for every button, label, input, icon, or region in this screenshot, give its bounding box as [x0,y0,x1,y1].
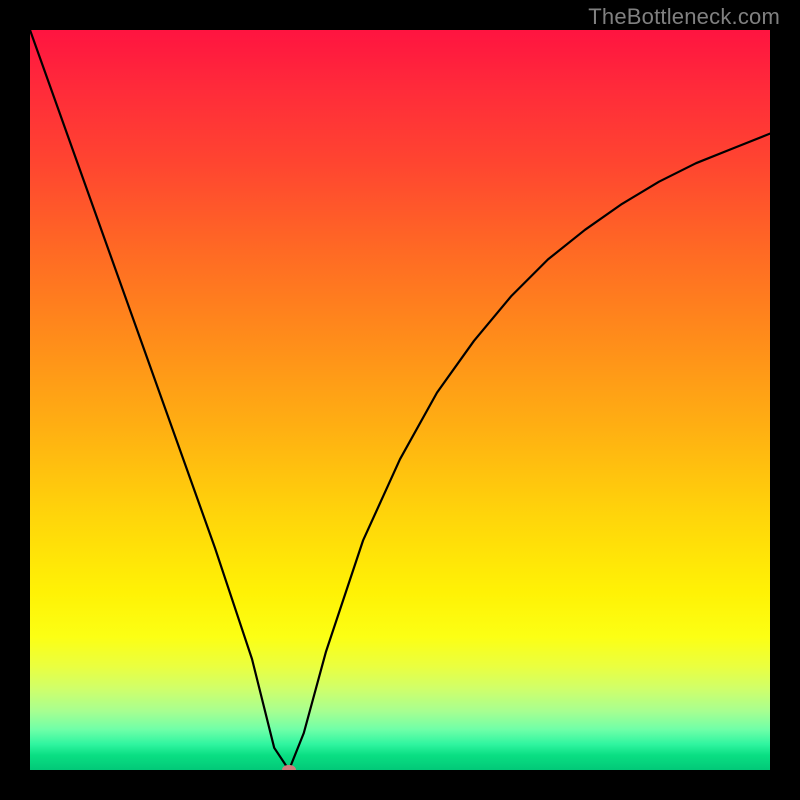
curve-svg [30,30,770,770]
plot-area [30,30,770,770]
chart-frame: TheBottleneck.com [0,0,800,800]
minimum-marker [282,765,296,770]
bottleneck-curve-path [30,30,770,770]
watermark-text: TheBottleneck.com [588,4,780,30]
